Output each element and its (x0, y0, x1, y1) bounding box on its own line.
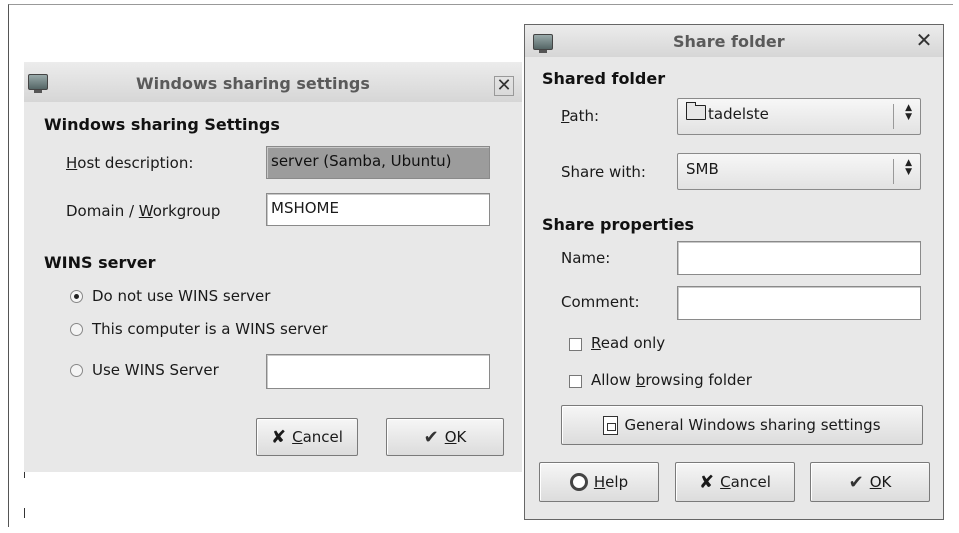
spinner-arrows-icon: ▲ ▼ (905, 103, 912, 122)
allow-browsing-label[interactable]: Allow browsing folder (591, 371, 752, 389)
folder-icon (686, 102, 706, 120)
host-description-input[interactable]: server (Samba, Ubuntu) (266, 146, 490, 179)
path-value: tadelste (708, 105, 769, 123)
read-only-checkbox[interactable] (569, 338, 582, 351)
name-input[interactable] (677, 241, 921, 275)
share-with-value: SMB (686, 160, 719, 178)
radio-use-wins-server-label[interactable]: Use WINS Server (92, 361, 219, 379)
general-settings-label: General Windows sharing settings (624, 416, 881, 434)
dialog-title: Share folder (673, 32, 785, 51)
windows-sharing-section-title: Windows sharing Settings (44, 115, 280, 134)
share-with-label: Share with: (561, 163, 646, 181)
dialog-title: Windows sharing settings (136, 74, 370, 93)
radio-no-wins-label[interactable]: Do not use WINS server (92, 287, 270, 305)
radio-wins-server-self[interactable] (70, 323, 83, 336)
shared-folder-title: Shared folder (542, 69, 666, 88)
monitor-icon (28, 74, 48, 93)
ok-label: OK (869, 473, 892, 491)
domain-workgroup-label: Domain / Workgroup (66, 202, 221, 220)
path-label: Path: (561, 107, 600, 125)
help-ring-icon (569, 473, 588, 491)
cancel-button[interactable]: ✘ Cancel (256, 418, 358, 456)
document-icon (603, 415, 619, 435)
windows-sharing-titlebar: Windows sharing settings ✕ (24, 62, 522, 102)
checkmark-icon: ✔ (848, 471, 864, 493)
share-with-combobox[interactable]: SMB ▲ ▼ (677, 153, 921, 190)
general-settings-button[interactable]: General Windows sharing settings (561, 405, 923, 445)
ok-label: OK (444, 428, 467, 446)
frame-tick (24, 508, 25, 518)
radio-no-wins[interactable] (70, 290, 83, 303)
cancel-button[interactable]: ✘ Cancel (675, 462, 795, 502)
host-description-label: Host description: (66, 154, 194, 172)
ok-button[interactable]: ✔ OK (810, 462, 930, 502)
cancel-label: Cancel (292, 428, 343, 446)
share-properties-title: Share properties (542, 215, 695, 234)
monitor-icon (533, 34, 553, 53)
wins-server-title: WINS server (44, 253, 156, 272)
ok-button[interactable]: ✔ OK (386, 418, 504, 456)
path-combobox[interactable]: tadelste ▲ ▼ (677, 98, 921, 135)
spinner-arrows-icon: ▲ ▼ (905, 158, 912, 177)
help-button[interactable]: Help (539, 462, 659, 502)
radio-use-wins-server[interactable] (70, 364, 83, 377)
radio-wins-server-self-label[interactable]: This computer is a WINS server (92, 320, 328, 338)
help-label: Help (593, 473, 629, 491)
cancel-label: Cancel (720, 473, 771, 491)
cross-icon: ✘ (271, 426, 287, 448)
cross-icon: ✘ (699, 471, 715, 493)
read-only-label[interactable]: Read only (591, 334, 665, 352)
allow-browsing-checkbox[interactable] (569, 375, 582, 388)
comment-label: Comment: (561, 293, 640, 311)
wins-server-input[interactable] (266, 354, 490, 389)
name-label: Name: (561, 249, 611, 267)
share-folder-dialog: Share folder ✕ Shared folder Path: tadel… (524, 24, 944, 520)
close-icon[interactable]: ✕ (494, 76, 514, 96)
checkmark-icon: ✔ (423, 426, 439, 448)
domain-workgroup-input[interactable]: MSHOME (266, 193, 490, 226)
comment-input[interactable] (677, 286, 921, 320)
share-folder-titlebar: Share folder ✕ (525, 25, 943, 57)
windows-sharing-dialog: Windows sharing settings ✕ Windows shari… (24, 62, 522, 472)
close-icon[interactable]: ✕ (915, 30, 933, 50)
